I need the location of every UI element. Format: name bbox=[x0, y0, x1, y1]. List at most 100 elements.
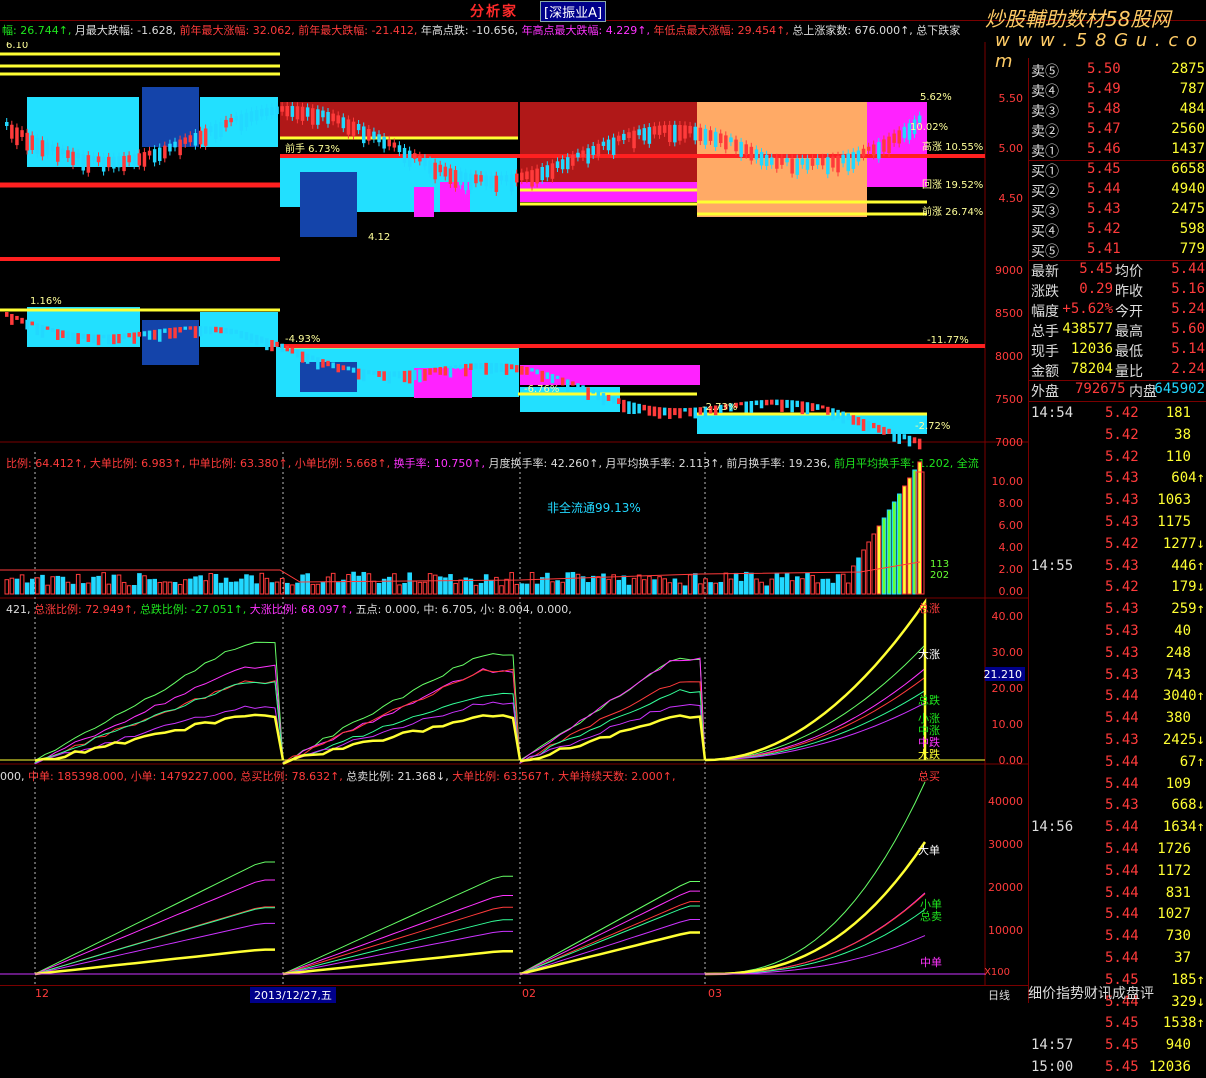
market-selector[interactable]: [深振业A] bbox=[540, 1, 607, 22]
tick-price: 5.44 bbox=[1105, 928, 1139, 945]
index-candle bbox=[428, 368, 432, 375]
volume-bar bbox=[366, 573, 372, 595]
index-candle bbox=[305, 353, 310, 364]
index-candle bbox=[617, 398, 621, 404]
index-candle bbox=[673, 408, 677, 416]
tick-volume: 1175 bbox=[1157, 514, 1191, 530]
index-candle bbox=[433, 367, 437, 373]
volume-bar bbox=[397, 584, 402, 595]
index-candle bbox=[219, 327, 223, 334]
volume-bar bbox=[193, 576, 198, 595]
volume-bar bbox=[254, 583, 259, 595]
index-candle bbox=[540, 370, 544, 382]
volume-bar bbox=[769, 578, 775, 595]
ask-label: 卖② bbox=[1031, 124, 1059, 140]
index-scale-label: 8500 bbox=[995, 307, 1023, 320]
order-line bbox=[519, 919, 700, 975]
ratio-line bbox=[519, 657, 706, 761]
bottom-tabs[interactable]: 细价指势财讯成盘评 bbox=[1028, 983, 1206, 1003]
index-candle bbox=[423, 369, 427, 381]
ratio-header-item: 0.000, bbox=[537, 603, 572, 616]
period-label[interactable]: 日线 bbox=[988, 987, 1010, 1003]
volume-bar bbox=[897, 493, 902, 595]
bid-label: 买④ bbox=[1031, 224, 1059, 240]
tick-time: 15:00 bbox=[1031, 1059, 1074, 1075]
index-candle bbox=[249, 333, 254, 343]
volume-bar bbox=[657, 576, 662, 595]
volume-bar bbox=[677, 582, 683, 595]
bid-volume: 2475 bbox=[1171, 201, 1205, 217]
price-scale-label: 4.50 bbox=[999, 192, 1024, 205]
index-candle bbox=[739, 402, 743, 406]
index-candle bbox=[168, 327, 172, 339]
index-candle bbox=[448, 365, 453, 378]
volume-bar bbox=[616, 579, 622, 595]
volume-bar bbox=[116, 574, 122, 595]
bid-label: 买② bbox=[1031, 184, 1059, 200]
bid-row: 买③ 5.43 2475 bbox=[1029, 200, 1206, 220]
tick-price: 5.44 bbox=[1105, 688, 1139, 705]
info-value: 5.14 bbox=[1171, 341, 1205, 357]
volume-bar bbox=[698, 583, 703, 595]
tick-price: 5.44 bbox=[1105, 862, 1139, 879]
index-candle bbox=[622, 399, 626, 413]
volume-bar bbox=[810, 574, 815, 595]
volume-bar bbox=[886, 509, 892, 595]
tick-volume: 1172 bbox=[1157, 862, 1191, 879]
index-candle bbox=[244, 332, 249, 340]
volume-bar bbox=[325, 576, 331, 595]
index-tag: -2.73% bbox=[702, 402, 737, 413]
volume-scale-label: 0.00 bbox=[999, 585, 1024, 598]
index-candle bbox=[193, 326, 198, 338]
index-candle bbox=[229, 328, 233, 335]
bid-row: 买② 5.44 4940 bbox=[1029, 180, 1206, 200]
ratio-line bbox=[519, 714, 707, 763]
order-line bbox=[704, 781, 926, 975]
index-candle bbox=[234, 329, 238, 334]
volume-bar bbox=[269, 582, 275, 595]
tick-price: 5.45 bbox=[1105, 1037, 1139, 1054]
tick-volume: 38 bbox=[1174, 426, 1191, 443]
volume-bar bbox=[346, 573, 351, 595]
ratio-line bbox=[704, 689, 926, 761]
index-candle bbox=[35, 323, 40, 336]
ratio-scale-label: 10.00 bbox=[992, 718, 1024, 731]
index-candle bbox=[499, 363, 504, 373]
index-candle bbox=[596, 391, 601, 401]
index-candle bbox=[25, 319, 29, 330]
index-candle bbox=[285, 345, 289, 352]
order-scale-label: 40000 bbox=[988, 795, 1023, 808]
chart-area[interactable]: 5.50 5.00 4.50 5.62% 10.02% 高涨 10.55% 回涨 19.52… bbox=[0, 42, 1028, 988]
index-tag: -4.93% bbox=[285, 334, 320, 345]
volume-bar bbox=[499, 585, 504, 595]
index-candle bbox=[183, 326, 187, 330]
price-block bbox=[697, 102, 867, 162]
index-tag: -11.77% bbox=[927, 335, 969, 346]
volume-bar bbox=[585, 582, 591, 595]
index-candle bbox=[469, 363, 473, 370]
index-candle bbox=[239, 330, 244, 339]
index-candle bbox=[254, 334, 259, 346]
index-candle bbox=[826, 406, 830, 415]
order-line bbox=[282, 950, 513, 976]
volume-bar bbox=[279, 577, 285, 595]
index-candle bbox=[856, 417, 861, 426]
index-candle bbox=[438, 367, 442, 375]
index-candle bbox=[152, 329, 157, 340]
tick-time: 14:57 bbox=[1031, 1037, 1074, 1054]
tick-volume: 179↓ bbox=[1171, 579, 1205, 596]
index-candle bbox=[509, 364, 514, 370]
index-candle bbox=[627, 401, 631, 414]
tick-price: 5.44 bbox=[1105, 819, 1139, 836]
tick-price: 5.43 bbox=[1105, 557, 1139, 574]
index-candle bbox=[744, 401, 748, 413]
volume-bar bbox=[392, 573, 397, 595]
volume-bar bbox=[529, 571, 535, 595]
tick-price: 5.44 bbox=[1105, 710, 1139, 727]
order-header-item: 中单: 185398.000, bbox=[28, 770, 131, 783]
index-candle bbox=[127, 333, 131, 338]
index-candle bbox=[535, 369, 539, 375]
index-candle bbox=[397, 371, 402, 379]
volume-bar bbox=[223, 577, 229, 595]
volume-bar bbox=[208, 572, 214, 595]
